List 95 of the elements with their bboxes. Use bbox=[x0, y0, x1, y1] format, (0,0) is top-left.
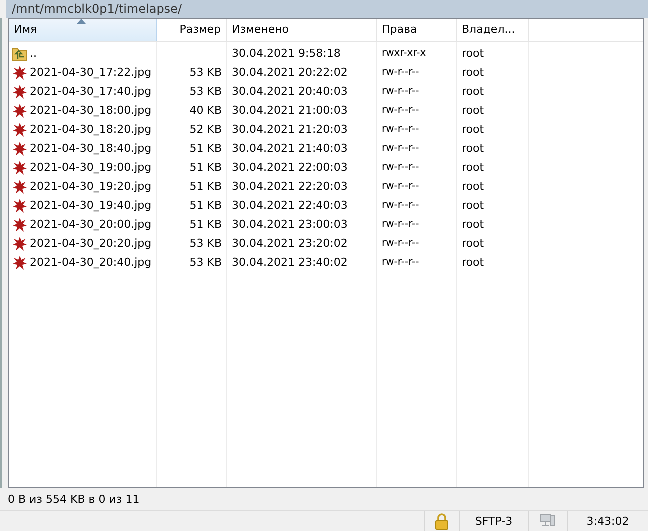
permissions: rw-r--r-- bbox=[382, 200, 420, 211]
file-name: 2021-04-30_20:00.jpg bbox=[30, 218, 152, 231]
permissions: rwxr-xr-x bbox=[382, 48, 426, 59]
splat-icon bbox=[12, 216, 28, 232]
permissions: rw-r--r-- bbox=[382, 257, 420, 268]
permissions: rw-r--r-- bbox=[382, 86, 420, 97]
modified-date: 30.04.2021 21:20:03 bbox=[232, 123, 348, 136]
owner: root bbox=[462, 161, 484, 174]
modified-date: 30.04.2021 22:40:03 bbox=[232, 199, 348, 212]
permissions: rw-r--r-- bbox=[382, 105, 420, 116]
splat-icon bbox=[12, 140, 28, 156]
file-row[interactable]: 2021-04-30_19:00.jpg 51 KB 30.04.2021 22:00:03 rw-r--r-- root bbox=[9, 158, 643, 177]
owner: root bbox=[462, 142, 484, 155]
modified-date: 30.04.2021 20:22:02 bbox=[232, 66, 348, 79]
column-header[interactable]: Владел... bbox=[457, 19, 529, 41]
folder-up-icon bbox=[12, 46, 28, 62]
owner: root bbox=[462, 66, 484, 79]
splat-icon bbox=[12, 122, 28, 138]
splat-icon bbox=[12, 198, 28, 214]
file-row[interactable]: 2021-04-30_17:40.jpg 53 KB 30.04.2021 20:40:03 rw-r--r-- root bbox=[9, 82, 643, 101]
file-size: 53 KB bbox=[190, 66, 222, 79]
permissions: rw-r--r-- bbox=[382, 124, 420, 135]
column-header[interactable]: Права bbox=[377, 19, 457, 41]
owner: root bbox=[462, 47, 484, 60]
owner: root bbox=[462, 180, 484, 193]
owner: root bbox=[462, 218, 484, 231]
lock-icon bbox=[435, 512, 449, 530]
owner: root bbox=[462, 199, 484, 212]
modified-date: 30.04.2021 9:58:18 bbox=[232, 47, 341, 60]
column-header[interactable]: Имя bbox=[9, 19, 157, 41]
splat-icon bbox=[12, 254, 28, 270]
permissions: rw-r--r-- bbox=[382, 162, 420, 173]
file-size: 51 KB bbox=[190, 180, 222, 193]
modified-date: 30.04.2021 20:40:03 bbox=[232, 85, 348, 98]
file-name: 2021-04-30_19:40.jpg bbox=[30, 199, 152, 212]
splat-icon bbox=[12, 236, 28, 252]
file-name: 2021-04-30_18:20.jpg bbox=[30, 123, 152, 136]
path-text: /mnt/mmcblk0p1/timelapse/ bbox=[12, 2, 182, 16]
file-size: 52 KB bbox=[190, 123, 222, 136]
owner: root bbox=[462, 123, 484, 136]
file-name: 2021-04-30_19:20.jpg bbox=[30, 180, 152, 193]
permissions: rw-r--r-- bbox=[382, 143, 420, 154]
file-row[interactable]: 2021-04-30_18:20.jpg 52 KB 30.04.2021 21:20:03 rw-r--r-- root bbox=[9, 120, 643, 139]
column-header[interactable]: Изменено bbox=[227, 19, 377, 41]
file-name: .. bbox=[30, 47, 37, 60]
file-row[interactable]: .. 30.04.2021 9:58:18 rwxr-xr-x root bbox=[9, 44, 643, 63]
file-row[interactable]: 2021-04-30_20:00.jpg 51 KB 30.04.2021 23:00:03 rw-r--r-- root bbox=[9, 215, 643, 234]
file-size: 51 KB bbox=[190, 142, 222, 155]
splat-icon bbox=[12, 84, 28, 100]
file-name: 2021-04-30_17:40.jpg bbox=[30, 85, 152, 98]
selection-summary: 0 B из 554 KB в 0 из 11 bbox=[8, 492, 140, 506]
owner: root bbox=[462, 104, 484, 117]
owner: root bbox=[462, 85, 484, 98]
owner: root bbox=[462, 256, 484, 269]
file-size: 53 KB bbox=[190, 256, 222, 269]
modified-date: 30.04.2021 23:00:03 bbox=[232, 218, 348, 231]
protocol-label: SFTP-3 bbox=[475, 514, 513, 528]
file-size: 51 KB bbox=[190, 161, 222, 174]
file-row[interactable]: 2021-04-30_18:40.jpg 51 KB 30.04.2021 21:40:03 rw-r--r-- root bbox=[9, 139, 643, 158]
file-size: 51 KB bbox=[190, 218, 222, 231]
file-name: 2021-04-30_18:40.jpg bbox=[30, 142, 152, 155]
file-name: 2021-04-30_20:20.jpg bbox=[30, 237, 152, 250]
computer-icon bbox=[540, 513, 556, 529]
modified-date: 30.04.2021 22:20:03 bbox=[232, 180, 348, 193]
file-size: 53 KB bbox=[190, 85, 222, 98]
file-size: 40 KB bbox=[190, 104, 222, 117]
file-name: 2021-04-30_18:00.jpg bbox=[30, 104, 152, 117]
file-row[interactable]: 2021-04-30_18:00.jpg 40 KB 30.04.2021 21:00:03 rw-r--r-- root bbox=[9, 101, 643, 120]
modified-date: 30.04.2021 22:00:03 bbox=[232, 161, 348, 174]
file-row[interactable]: 2021-04-30_20:20.jpg 53 KB 30.04.2021 23:20:02 rw-r--r-- root bbox=[9, 234, 643, 253]
session-time: 3:43:02 bbox=[586, 514, 630, 528]
permissions: rw-r--r-- bbox=[382, 238, 420, 249]
file-size: 53 KB bbox=[190, 237, 222, 250]
owner: root bbox=[462, 237, 484, 250]
file-row[interactable]: 2021-04-30_20:40.jpg 53 KB 30.04.2021 23:40:02 rw-r--r-- root bbox=[9, 253, 643, 272]
column-header[interactable]: Размер bbox=[157, 19, 227, 41]
file-row[interactable]: 2021-04-30_19:40.jpg 51 KB 30.04.2021 22:40:03 rw-r--r-- root bbox=[9, 196, 643, 215]
permissions: rw-r--r-- bbox=[382, 181, 420, 192]
modified-date: 30.04.2021 21:00:03 bbox=[232, 104, 348, 117]
modified-date: 30.04.2021 23:40:02 bbox=[232, 256, 348, 269]
file-row[interactable]: 2021-04-30_17:22.jpg 53 KB 30.04.2021 20:22:02 rw-r--r-- root bbox=[9, 63, 643, 82]
file-name: 2021-04-30_17:22.jpg bbox=[30, 66, 152, 79]
file-name: 2021-04-30_19:00.jpg bbox=[30, 161, 152, 174]
file-row[interactable]: 2021-04-30_19:20.jpg 51 KB 30.04.2021 22:20:03 rw-r--r-- root bbox=[9, 177, 643, 196]
splat-icon bbox=[12, 64, 28, 80]
splat-icon bbox=[12, 160, 28, 176]
file-size: 51 KB bbox=[190, 199, 222, 212]
modified-date: 30.04.2021 23:20:02 bbox=[232, 237, 348, 250]
splat-icon bbox=[12, 102, 28, 118]
sort-arrow-icon bbox=[77, 19, 86, 24]
file-name: 2021-04-30_20:40.jpg bbox=[30, 256, 152, 269]
permissions: rw-r--r-- bbox=[382, 219, 420, 230]
modified-date: 30.04.2021 21:40:03 bbox=[232, 142, 348, 155]
splat-icon bbox=[12, 178, 28, 194]
permissions: rw-r--r-- bbox=[382, 67, 420, 78]
